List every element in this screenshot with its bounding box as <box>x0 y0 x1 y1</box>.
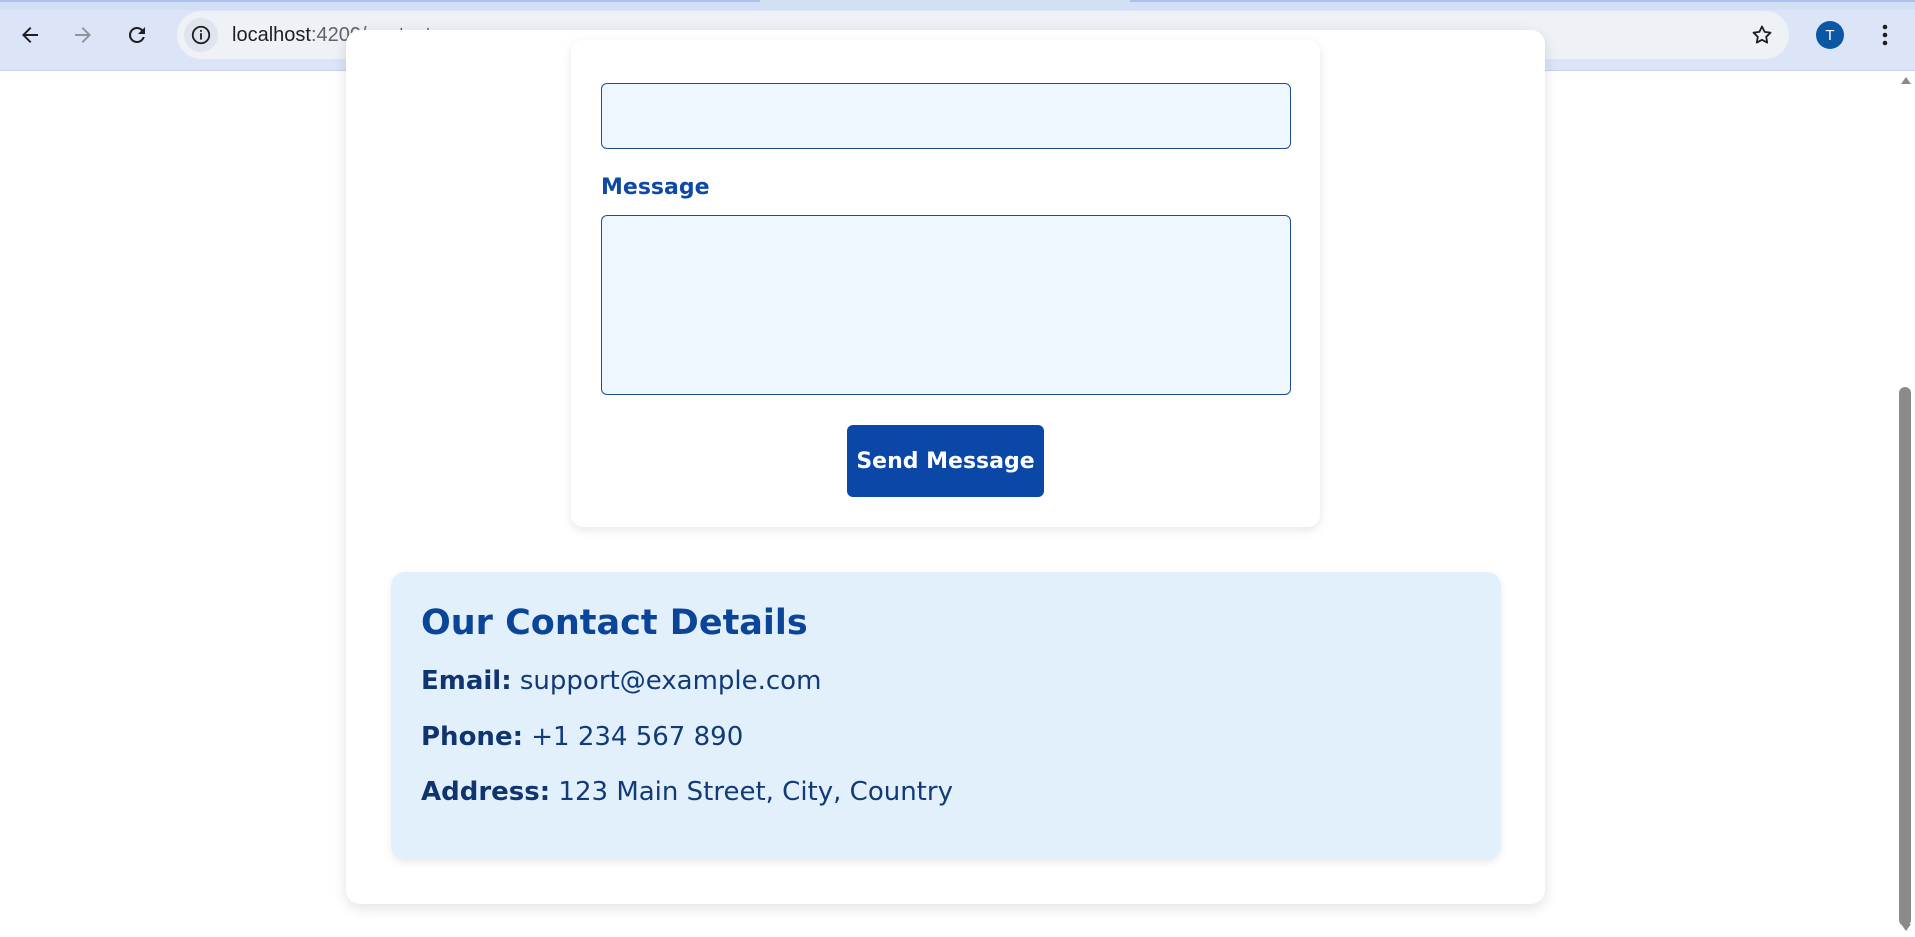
scroll-thumb[interactable] <box>1899 387 1911 926</box>
message-textarea[interactable] <box>601 215 1291 395</box>
address-row: Address: 123 Main Street, City, Country <box>421 777 953 807</box>
phone-row: Phone: +1 234 567 890 <box>421 722 743 752</box>
reload-icon <box>128 26 145 43</box>
tab-strip <box>0 0 1915 10</box>
reload-button[interactable] <box>119 17 155 53</box>
scroll-down-arrow-icon[interactable] <box>1901 924 1911 931</box>
message-label: Message <box>601 175 710 200</box>
phone-label: Phone: <box>421 722 523 752</box>
phone-value: +1 234 567 890 <box>531 722 744 752</box>
address-value: 123 Main Street, City, Country <box>558 777 953 807</box>
subject-input[interactable] <box>601 83 1291 149</box>
browser-menu-icon[interactable] <box>1870 19 1900 51</box>
page-scrollbar[interactable] <box>1895 71 1915 937</box>
contact-details-title: Our Contact Details <box>421 603 808 643</box>
arrow-right-icon <box>75 27 91 43</box>
arrow-left-icon <box>22 27 38 43</box>
profile-avatar[interactable]: T <box>1816 21 1844 49</box>
email-value: support@example.com <box>519 666 822 696</box>
site-info-icon[interactable] <box>184 18 218 52</box>
profile-initial: T <box>1825 26 1835 44</box>
send-message-button[interactable]: Send Message <box>847 425 1044 497</box>
address-label: Address: <box>421 777 551 807</box>
email-row: Email: support@example.com <box>421 666 821 696</box>
forward-button[interactable] <box>65 17 101 53</box>
scroll-up-arrow-icon[interactable] <box>1901 77 1911 84</box>
url-host: localhost <box>232 24 311 46</box>
tab-indicator <box>0 0 760 2</box>
bookmark-star-icon[interactable] <box>1749 22 1775 48</box>
back-button[interactable] <box>12 17 48 53</box>
email-label: Email: <box>421 666 512 696</box>
tab-indicator <box>1130 0 1915 2</box>
